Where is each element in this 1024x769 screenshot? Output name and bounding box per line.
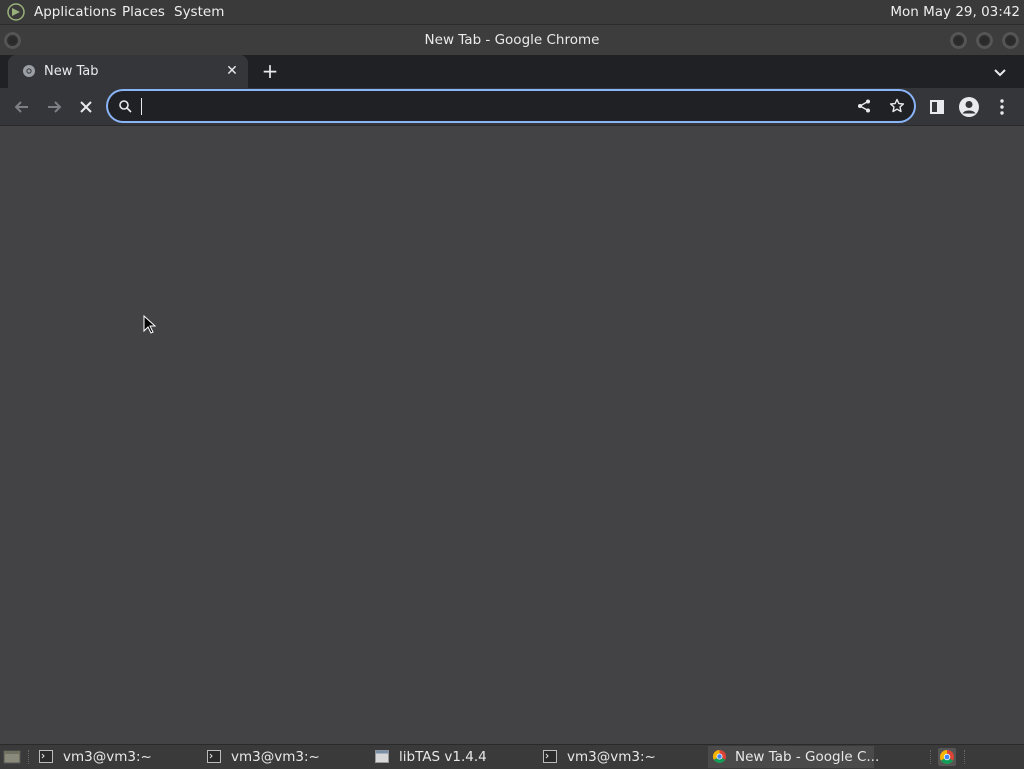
minimize-button[interactable] [950, 32, 967, 49]
taskbar-item-label: vm3@vm3:~ [231, 749, 320, 765]
taskbar: vm3@vm3:~ vm3@vm3:~ libTAS v1.4.4 vm3@vm… [0, 744, 1024, 769]
taskbar-item-libtas[interactable]: libTAS v1.4.4 [375, 746, 535, 768]
chrome-launcher-icon[interactable] [938, 748, 956, 766]
omnibox[interactable] [108, 91, 914, 121]
taskbar-item-label: vm3@vm3:~ [567, 749, 656, 765]
tab-close-icon[interactable]: ✕ [224, 63, 240, 79]
taskbar-item-label: New Tab - Google C... [735, 749, 880, 765]
window-icon [375, 750, 389, 763]
top-panel: Applications Places System Mon May 29, 0… [0, 0, 1024, 25]
window-title: New Tab - Google Chrome [424, 32, 600, 48]
taskbar-item-terminal-2[interactable]: vm3@vm3:~ [207, 746, 367, 768]
chrome-favicon-icon [23, 65, 35, 77]
taskbar-item-terminal-3[interactable]: vm3@vm3:~ [543, 746, 703, 768]
taskbar-separator [930, 750, 932, 764]
mouse-cursor-icon [143, 315, 157, 334]
tab-new-tab[interactable]: New Tab ✕ [8, 55, 248, 88]
menu-applications[interactable]: Applications [34, 0, 116, 24]
tab-label: New Tab [44, 64, 99, 79]
bookmark-star-icon[interactable] [889, 98, 905, 114]
terminal-icon [39, 750, 53, 763]
page-content[interactable] [0, 126, 1024, 744]
profile-avatar-icon[interactable] [958, 96, 980, 118]
tab-strip: New Tab ✕ + [0, 55, 1024, 88]
search-icon [119, 100, 132, 113]
taskbar-separator [964, 750, 966, 764]
new-tab-button[interactable]: + [260, 60, 280, 82]
menu-places[interactable]: Places [122, 0, 165, 24]
more-menu-icon[interactable] [991, 96, 1013, 118]
omnibox-input[interactable] [138, 95, 838, 117]
clock[interactable]: Mon May 29, 03:42 [890, 0, 1020, 24]
close-window-button[interactable] [1002, 32, 1019, 49]
maximize-button[interactable] [976, 32, 993, 49]
side-panel-icon[interactable] [926, 96, 948, 118]
taskbar-item-terminal-1[interactable]: vm3@vm3:~ [39, 746, 199, 768]
tab-search-chevron-down-icon[interactable] [990, 62, 1010, 82]
text-caret [141, 98, 142, 115]
taskbar-item-label: vm3@vm3:~ [63, 749, 152, 765]
workspace-switcher[interactable] [980, 747, 1020, 767]
stop-loading-icon[interactable] [75, 96, 97, 118]
window-titlebar[interactable]: New Tab - Google Chrome [0, 25, 1024, 55]
taskbar-item-label: libTAS v1.4.4 [399, 749, 487, 765]
browser-toolbar [0, 88, 1024, 126]
taskbar-item-chrome[interactable]: New Tab - Google C... [708, 746, 879, 768]
menu-system[interactable]: System [174, 0, 224, 24]
terminal-icon [543, 750, 557, 763]
share-icon[interactable] [856, 98, 872, 114]
forward-arrow-icon[interactable] [43, 96, 65, 118]
terminal-icon [207, 750, 221, 763]
chrome-icon [712, 749, 727, 764]
distro-logo-icon[interactable] [6, 3, 26, 21]
back-arrow-icon[interactable] [11, 96, 33, 118]
taskbar-separator [28, 750, 30, 764]
show-desktop-icon[interactable] [3, 749, 21, 764]
